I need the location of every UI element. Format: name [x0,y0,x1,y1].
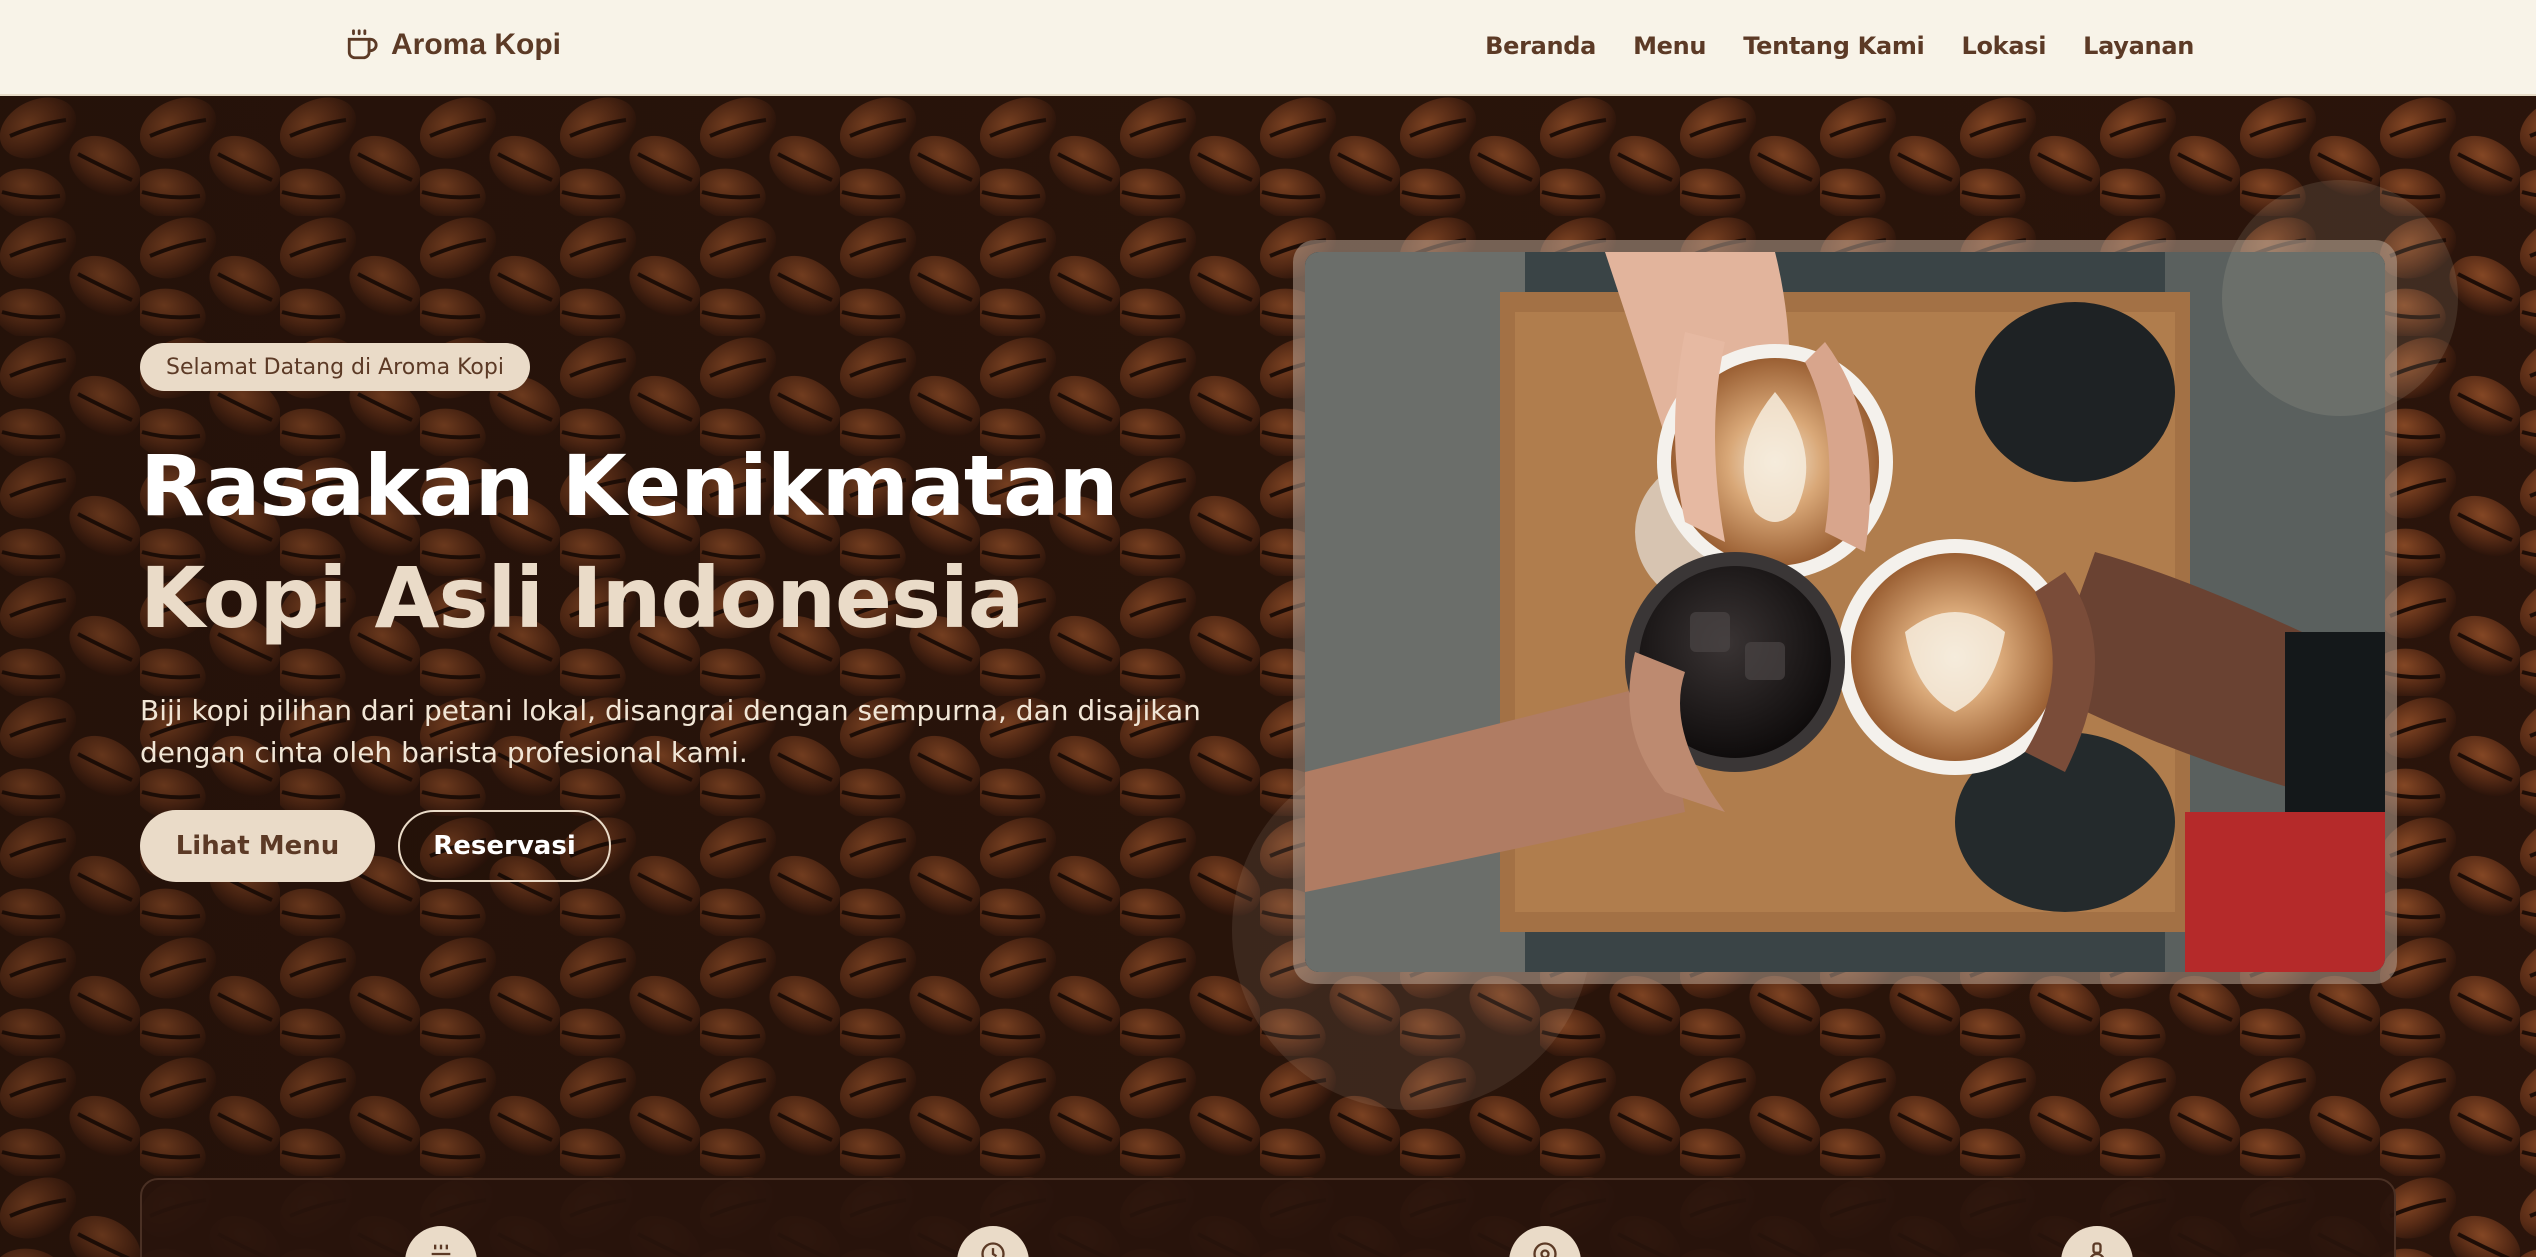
decorative-circle [2222,180,2458,416]
hero-headline: Rasakan Kenikmatan Kopi Asli Indonesia [140,430,1290,654]
navbar: Aroma Kopi Beranda Menu Tentang Kami Lok… [0,0,2536,96]
hero-photo-frame [1293,240,2397,984]
features-panel [140,1178,2396,1257]
view-menu-button[interactable]: Lihat Menu [140,810,375,882]
nav-link-beranda[interactable]: Beranda [1485,32,1596,60]
coffee-cups-illustration [1305,252,2385,972]
nav-link-tentang-kami[interactable]: Tentang Kami [1743,32,1925,60]
nav-link-layanan[interactable]: Layanan [2083,32,2194,60]
welcome-badge: Selamat Datang di Aroma Kopi [140,343,530,391]
headline-accent: Kopi Asli Indonesia [140,549,1024,647]
coffee-cup-icon [347,29,378,60]
hero-subtitle: Biji kopi pilihan dari petani lokal, dis… [140,694,1201,769]
reservation-button[interactable]: Reservasi [398,810,611,882]
main-nav: Beranda Menu Tentang Kami Lokasi Layanan [1485,32,2194,60]
nav-link-lokasi[interactable]: Lokasi [1961,32,2046,60]
brand-name: Aroma Kopi [391,28,562,61]
brand-logo-link[interactable]: Aroma Kopi [345,28,561,62]
headline-main: Rasakan Kenikmatan [140,437,1119,535]
nav-link-menu[interactable]: Menu [1633,32,1706,60]
coffee-cheers-photo [1305,252,2385,972]
